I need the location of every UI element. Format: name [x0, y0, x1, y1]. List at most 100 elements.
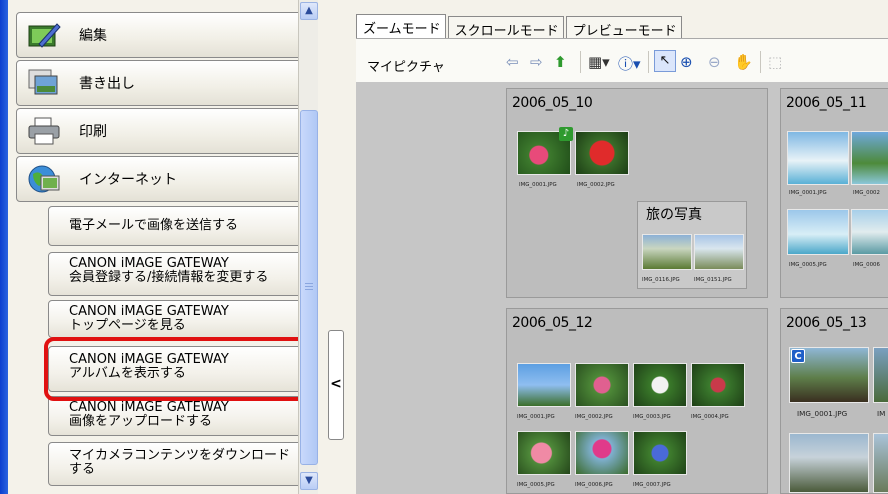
zoom-in-icon[interactable]: ⊕: [680, 53, 693, 71]
internet-globe-icon: [28, 165, 60, 193]
task-label: 画像をアップロードする: [69, 414, 213, 429]
folder-date: 2006_05_10: [512, 95, 593, 111]
thumbnail-caption: IMG_0001.JPG: [517, 413, 555, 420]
folder-date: 2006_05_13: [786, 315, 867, 331]
thumbnail-caption: IMG_0003.JPG: [633, 413, 671, 420]
printer-icon: [28, 117, 60, 145]
tab-preview-mode[interactable]: プレビューモード: [565, 16, 682, 39]
thumbnail-caption: IMG_0005.JPG: [517, 481, 555, 488]
thumbnail-caption: IMG_0151.JPG: [694, 276, 732, 283]
folder-date: 2006_05_12: [512, 315, 593, 331]
subfolder-panel[interactable]: 旅の写真 IMG_0116.JPG IMG_0151.JPG: [637, 201, 747, 289]
current-folder-label: マイピクチャ: [367, 60, 445, 75]
browser-toolbar: マイピクチャ ⇦ ⇨ ⬆ ▦▾ ⓘ▾ ↖ ⊕ ⊖ ✋ ⬚: [356, 38, 888, 82]
folder-panel[interactable]: 2006_05_10 ♪ IMG_0001.JPG IMG_0002.JPG 旅…: [506, 88, 768, 298]
task-label: CANON iMAGE GATEWAY: [69, 256, 229, 271]
category-export-button[interactable]: 書き出し: [16, 60, 304, 106]
export-photos-icon: [28, 69, 58, 95]
thumbnail-caption: IMG_0002.JPG: [575, 413, 613, 420]
photo-thumbnail[interactable]: [851, 209, 888, 255]
photo-thumbnail[interactable]: [633, 431, 687, 475]
camera-c-icon: C: [791, 349, 805, 363]
task-label: CANON iMAGE GATEWAY: [69, 400, 229, 415]
photo-thumbnail[interactable]: [787, 131, 849, 185]
select-menu-icon[interactable]: ▦▾: [588, 53, 610, 71]
view-mode-tabs: ズームモード スクロールモード プレビューモード: [356, 14, 684, 39]
hand-icon[interactable]: ✋: [734, 53, 753, 71]
thumbnail-caption: IMG_0007.JPG: [633, 481, 671, 488]
task-label: CANON iMAGE GATEWAY: [69, 352, 229, 367]
collapse-panel-button[interactable]: <: [328, 330, 344, 440]
task-label: トップページを見る: [69, 318, 186, 333]
photo-thumbnail[interactable]: [517, 431, 571, 475]
zoom-out-icon[interactable]: ⊖: [708, 53, 721, 71]
thumbnail-caption: IMG_0006.JPG: [575, 481, 613, 488]
task-download-contents-button[interactable]: マイカメラコンテンツをダウンロード する: [48, 442, 304, 486]
thumbnail-caption: IMG_0002.JPG: [577, 181, 615, 188]
scroll-down-button[interactable]: ▼: [300, 472, 318, 490]
photo-thumbnail[interactable]: [575, 131, 629, 175]
photo-thumbnail[interactable]: [642, 234, 692, 270]
music-note-icon: ♪: [559, 127, 573, 141]
task-gateway-album-button[interactable]: CANON iMAGE GATEWAY アルバムを表示する: [48, 346, 304, 392]
photo-thumbnail[interactable]: [873, 347, 888, 403]
info-icon[interactable]: ⓘ▾: [618, 53, 641, 74]
thumbnail-canvas: 2006_05_10 ♪ IMG_0001.JPG IMG_0002.JPG 旅…: [356, 82, 888, 494]
category-print-button[interactable]: 印刷: [16, 108, 304, 154]
browser-area: ズームモード スクロールモード プレビューモード マイピクチャ ⇦ ⇨ ⬆ ▦▾…: [356, 0, 888, 494]
photo-thumbnail[interactable]: [691, 363, 745, 407]
category-label-export: 書き出し: [79, 76, 135, 92]
tab-scroll-mode[interactable]: スクロールモード: [447, 16, 564, 39]
task-label: する: [69, 462, 96, 477]
folder-panel[interactable]: 2006_05_13 C IMG_0001.JPG IM: [780, 308, 888, 494]
app-window: 編集 書き出し 印刷 インターネット 電子メールで画像を送信する CANON i…: [0, 0, 888, 494]
thumbnail-caption: IMG_0004.JPG: [691, 413, 729, 420]
subfolder-title: 旅の写真: [646, 207, 702, 223]
photo-thumbnail[interactable]: [575, 431, 629, 475]
photo-thumbnail[interactable]: [873, 433, 888, 493]
photo-thumbnail[interactable]: [575, 363, 629, 407]
panel-divider: <: [318, 0, 356, 494]
fit-view-icon[interactable]: ⬚: [768, 53, 782, 71]
task-label: CANON iMAGE GATEWAY: [69, 304, 229, 319]
thumbnail-caption: IMG_0001.JPG: [519, 181, 557, 188]
task-label: 会員登録する/接続情報を変更する: [69, 270, 269, 285]
thumbnail-caption: IM: [877, 409, 886, 418]
category-edit-button[interactable]: 編集: [16, 12, 304, 58]
photo-thumbnail[interactable]: [789, 433, 869, 493]
thumbnail-caption: IMG_0005.JPG: [789, 261, 827, 268]
photo-thumbnail[interactable]: [633, 363, 687, 407]
task-gateway-upload-button[interactable]: CANON iMAGE GATEWAY 画像をアップロードする: [48, 396, 304, 436]
task-gateway-top-page-button[interactable]: CANON iMAGE GATEWAY トップページを見る: [48, 300, 304, 338]
photo-thumbnail[interactable]: [517, 363, 571, 407]
thumbnail-caption: IMG_0116.JPG: [642, 276, 680, 283]
task-panel: 編集 書き出し 印刷 インターネット 電子メールで画像を送信する CANON i…: [8, 0, 314, 494]
task-label: アルバムを表示する: [69, 366, 186, 381]
task-gateway-register-button[interactable]: CANON iMAGE GATEWAY 会員登録する/接続情報を変更する: [48, 252, 304, 296]
task-label: マイカメラコンテンツをダウンロード: [69, 448, 291, 463]
scroll-thumb[interactable]: [300, 110, 318, 465]
photo-thumbnail[interactable]: [787, 209, 849, 255]
edit-palette-icon: [28, 23, 61, 48]
category-label-internet: インターネット: [79, 172, 177, 188]
forward-arrow-icon[interactable]: ⇨: [530, 53, 543, 71]
task-label: 電子メールで画像を送信する: [69, 218, 239, 233]
photo-thumbnail[interactable]: [694, 234, 744, 270]
category-label-print: 印刷: [79, 124, 107, 140]
folder-panel[interactable]: 2006_05_11 IMG_0001.JPG IMG_0002 IMG_000…: [780, 88, 888, 298]
category-internet-button[interactable]: インターネット: [16, 156, 304, 202]
pointer-icon[interactable]: ↖: [654, 50, 676, 72]
tab-zoom-mode[interactable]: ズームモード: [356, 14, 446, 38]
thumbnail-caption: IMG_0001.JPG: [789, 189, 827, 196]
task-send-email-button[interactable]: 電子メールで画像を送信する: [48, 206, 304, 246]
up-folder-icon[interactable]: ⬆: [554, 53, 567, 71]
thumbnail-caption: IMG_0006: [853, 261, 880, 268]
back-arrow-icon[interactable]: ⇦: [506, 53, 519, 71]
thumbnail-caption: IMG_0002: [853, 189, 880, 196]
left-accent-bar: [0, 0, 8, 494]
folder-panel[interactable]: 2006_05_12 IMG_0001.JPG IMG_0002.JPG IMG…: [506, 308, 768, 494]
photo-thumbnail[interactable]: [851, 131, 888, 185]
scroll-up-button[interactable]: ▲: [300, 2, 318, 20]
folder-date: 2006_05_11: [786, 95, 867, 111]
task-panel-scrollbar[interactable]: ▲ ▼: [298, 0, 318, 494]
